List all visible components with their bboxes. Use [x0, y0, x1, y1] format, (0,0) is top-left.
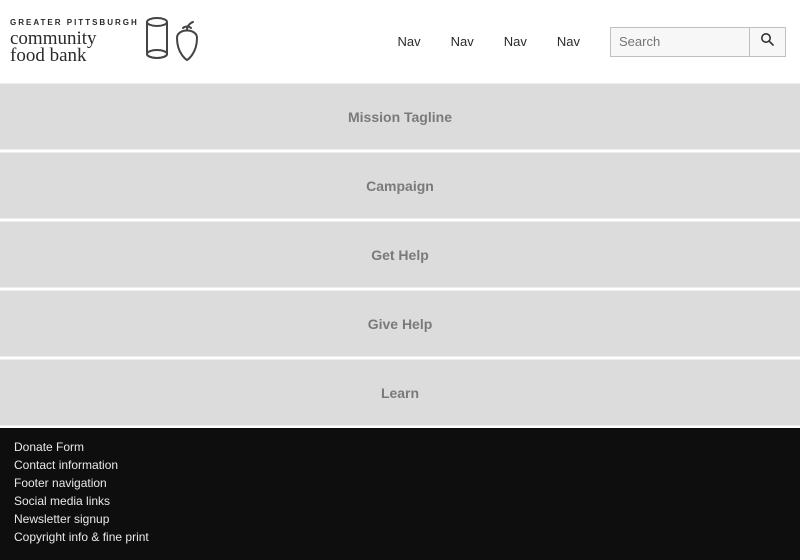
footer-item-nav[interactable]: Footer navigation — [14, 474, 786, 492]
search-button[interactable] — [750, 27, 786, 57]
site-logo[interactable]: GREATER PITTSBURGH community food bank — [10, 14, 207, 69]
section-learn: Learn — [0, 359, 800, 426]
section-label: Mission Tagline — [348, 109, 452, 125]
search-input[interactable] — [610, 27, 750, 57]
nav-area: Nav Nav Nav Nav — [398, 27, 787, 57]
can-apple-icon — [143, 14, 207, 69]
footer-item-copyright: Copyright info & fine print — [14, 528, 786, 546]
footer-item-contact[interactable]: Contact information — [14, 456, 786, 474]
logo-text: GREATER PITTSBURGH community food bank — [10, 19, 139, 65]
nav-link[interactable]: Nav — [398, 34, 421, 49]
footer-item-newsletter[interactable]: Newsletter signup — [14, 510, 786, 528]
footer-item-social[interactable]: Social media links — [14, 492, 786, 510]
site-footer: Donate Form Contact information Footer n… — [0, 428, 800, 560]
section-mission-tagline: Mission Tagline — [0, 83, 800, 150]
section-label: Get Help — [371, 247, 429, 263]
section-label: Learn — [381, 385, 419, 401]
section-campaign: Campaign — [0, 152, 800, 219]
search-icon — [760, 32, 775, 52]
logo-line-3: food bank — [10, 46, 139, 65]
nav-link[interactable]: Nav — [504, 34, 527, 49]
primary-nav: Nav Nav Nav Nav — [398, 34, 581, 49]
site-header: GREATER PITTSBURGH community food bank N — [0, 0, 800, 83]
nav-link[interactable]: Nav — [557, 34, 580, 49]
search-form — [610, 27, 786, 57]
section-get-help: Get Help — [0, 221, 800, 288]
section-label: Give Help — [368, 316, 433, 332]
footer-item-donate[interactable]: Donate Form — [14, 438, 786, 456]
section-label: Campaign — [366, 178, 434, 194]
logo-line-1: GREATER PITTSBURGH — [10, 19, 139, 27]
section-give-help: Give Help — [0, 290, 800, 357]
nav-link[interactable]: Nav — [451, 34, 474, 49]
